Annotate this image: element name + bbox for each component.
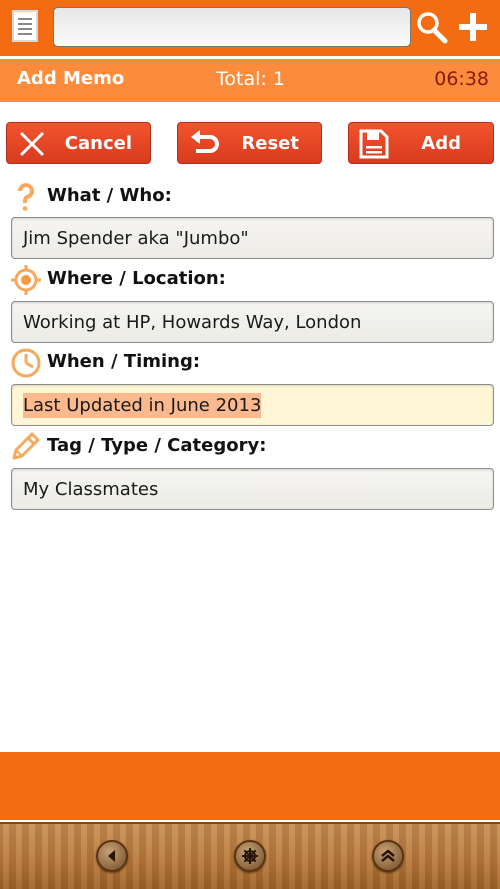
where-location-label: Where / Location: [47, 268, 226, 289]
undo-icon [191, 130, 219, 153]
clock-time: 06:38 [434, 68, 489, 90]
where-location-value: Working at HP, Howards Way, London [23, 311, 362, 333]
pencil-tag-icon [10, 430, 42, 462]
reset-label: Reset [241, 132, 299, 154]
total-count: Total: 1 [216, 68, 285, 90]
when-timing-field[interactable]: Last Updated in June 2013 [11, 384, 494, 426]
search-input[interactable] [54, 8, 410, 46]
cancel-label: Cancel [64, 132, 132, 154]
add-label: Add [421, 132, 461, 154]
what-who-value: Jim Spender aka "Jumbo" [23, 227, 249, 249]
clock-icon [10, 347, 42, 379]
tag-category-value: My Classmates [23, 478, 159, 500]
reset-button[interactable]: Reset [177, 122, 322, 164]
question-mark-icon [10, 180, 42, 212]
close-icon [19, 131, 45, 157]
when-timing-label: When / Timing: [47, 351, 201, 372]
when-timing-value: Last Updated in June 2013 [23, 392, 262, 418]
bottom-band [0, 752, 500, 820]
helm-icon[interactable] [234, 840, 266, 872]
search-box[interactable] [53, 7, 411, 47]
top-toolbar [0, 0, 500, 56]
up-icon[interactable] [372, 840, 404, 872]
page-title: Add Memo [17, 68, 125, 89]
list-icon[interactable] [12, 10, 38, 42]
cancel-button[interactable]: Cancel [6, 122, 151, 164]
bottom-nav-bar [0, 822, 500, 889]
location-target-icon [10, 264, 42, 296]
title-bar: Add Memo Total: 1 06:38 [0, 59, 500, 102]
tag-category-field[interactable]: My Classmates [11, 468, 494, 510]
search-icon[interactable] [415, 9, 449, 45]
back-icon[interactable] [96, 840, 128, 872]
add-button[interactable]: Add [348, 122, 494, 164]
save-disk-icon [359, 129, 389, 159]
where-location-field[interactable]: Working at HP, Howards Way, London [11, 301, 494, 343]
what-who-field[interactable]: Jim Spender aka "Jumbo" [11, 217, 494, 259]
what-who-label: What / Who: [47, 185, 172, 206]
tag-category-label: Tag / Type / Category: [47, 435, 267, 456]
plus-icon[interactable] [456, 9, 490, 45]
